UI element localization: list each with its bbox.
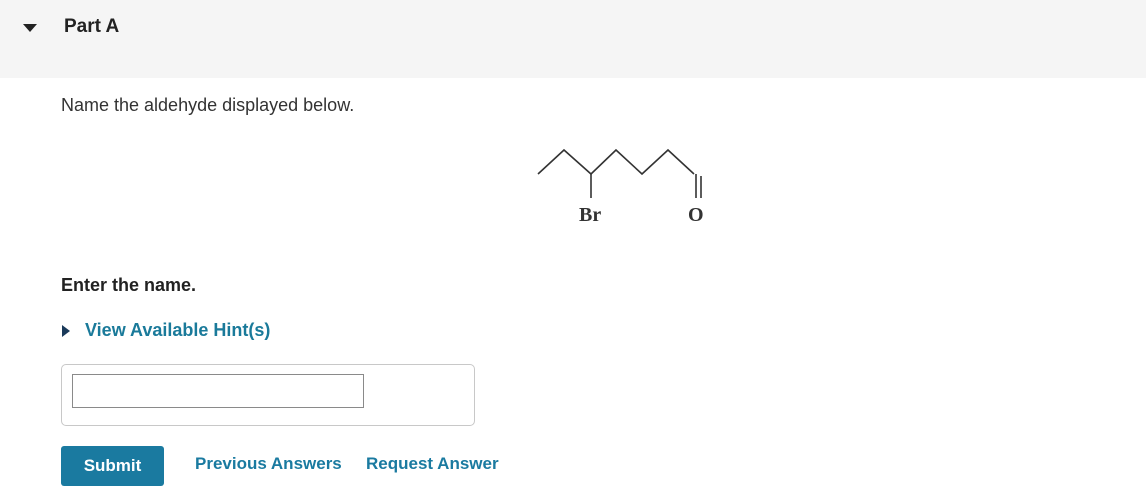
- caret-down-icon[interactable]: [22, 22, 38, 34]
- request-answer-link[interactable]: Request Answer: [366, 454, 499, 474]
- part-header: Part A: [0, 0, 1146, 78]
- view-hints-link[interactable]: View Available Hint(s): [61, 320, 270, 341]
- answer-instruction: Enter the name.: [61, 275, 197, 295]
- answer-input[interactable]: [72, 374, 364, 408]
- aldehyde-structure-image: Br O: [537, 148, 704, 226]
- answer-container: [61, 364, 475, 426]
- previous-answers-link[interactable]: Previous Answers: [195, 454, 342, 474]
- part-title: Part A: [64, 16, 120, 37]
- bromine-label: Br: [579, 204, 601, 226]
- oxygen-label: O: [688, 204, 704, 226]
- submit-button[interactable]: Submit: [61, 446, 164, 486]
- view-hints-label: View Available Hint(s): [85, 320, 271, 340]
- question-prompt: Name the aldehyde displayed below.: [61, 95, 355, 115]
- caret-right-icon: [62, 324, 70, 337]
- carbon-chain: [537, 148, 695, 176]
